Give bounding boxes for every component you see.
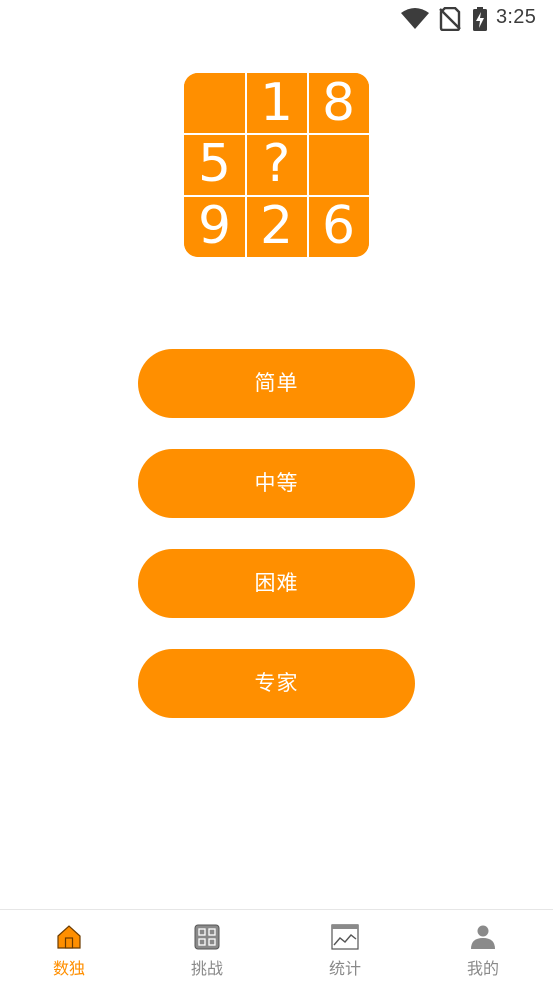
no-sim-icon [439,7,461,31]
nav-item-sudoku[interactable]: 数独 [0,910,138,984]
home-icon [57,925,81,949]
logo-cell: 1 [246,73,307,133]
nav-label: 我的 [466,959,499,978]
nav-label: 挑战 [190,959,223,978]
logo-cell: 5 [184,134,245,195]
status-bar: 3:25 [0,0,553,38]
nav-item-profile[interactable]: 我的 [414,910,552,984]
logo-cell: ? [246,134,307,195]
nav-item-challenge[interactable]: 挑战 [138,910,276,984]
bottom-nav: 数独 挑战 统计 我的 [0,909,553,984]
challenge-grid-icon [194,924,220,950]
logo-cell [184,73,245,133]
logo-cell [308,134,369,195]
hard-button[interactable]: 困难 [138,549,415,618]
status-time: 3:25 [496,6,537,28]
stats-chart-icon [331,924,359,950]
sudoku-logo: 1 8 5 ? 9 2 6 [184,73,369,257]
logo-cell: 6 [308,196,369,257]
nav-label: 统计 [328,959,361,978]
logo-cell: 9 [184,196,245,257]
expert-button[interactable]: 专家 [138,649,415,718]
profile-icon [471,925,495,949]
wifi-icon [401,8,429,29]
logo-cell: 2 [246,196,307,257]
medium-button[interactable]: 中等 [138,449,415,518]
logo-cell: 8 [308,73,369,133]
nav-label: 数独 [52,959,85,978]
easy-button[interactable]: 简单 [138,349,415,418]
battery-charging-icon [473,7,487,31]
nav-item-stats[interactable]: 统计 [276,910,414,984]
